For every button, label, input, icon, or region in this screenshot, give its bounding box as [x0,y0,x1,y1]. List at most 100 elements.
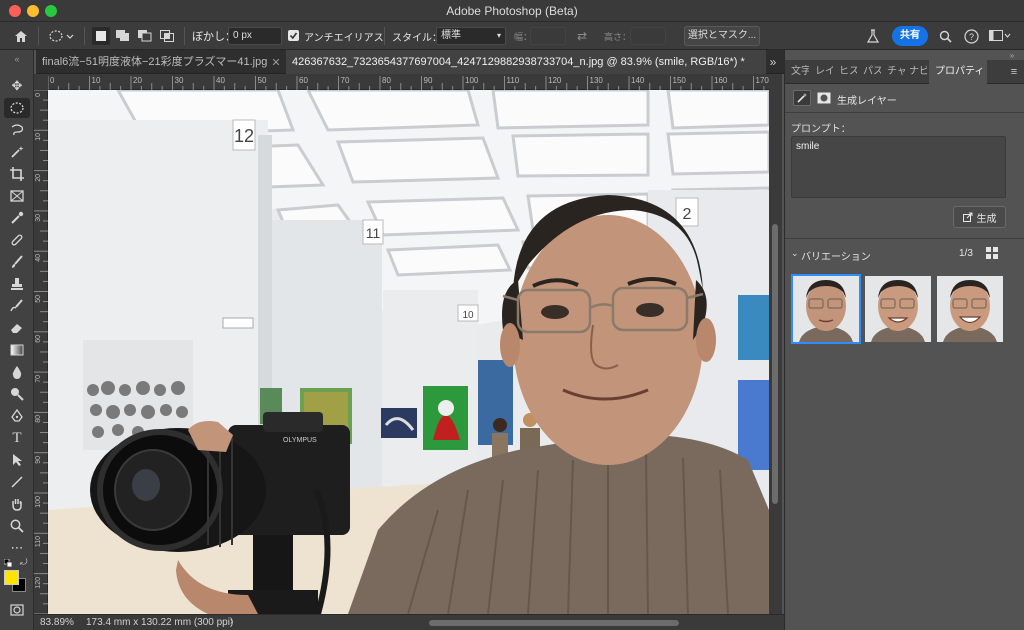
tab-layers[interactable]: レイ [815,60,833,84]
width-input[interactable] [530,27,566,45]
more-tools-icon[interactable]: ⋯ [4,538,30,558]
vertical-scroll-thumb[interactable] [772,224,778,504]
new-selection-icon[interactable] [92,27,110,45]
ruler-label: 80 [382,76,391,85]
swap-colors-icon[interactable]: ⤾ [20,557,30,567]
feather-input[interactable]: 0 px [228,27,282,45]
title-bar: Adobe Photoshop (Beta) [0,0,1024,22]
variations-label: バリエーション [801,252,871,263]
quick-mask-icon[interactable] [4,600,30,620]
vertical-ruler[interactable]: 0102030405060708090100110120130 [34,90,48,629]
workspace-icon[interactable] [988,27,1012,45]
generate-button[interactable]: 生成 [953,206,1006,228]
type-tool-icon[interactable]: T [4,428,30,448]
ruler-label: 0 [35,93,42,97]
default-colors-icon[interactable] [3,558,13,568]
ruler-label: 20 [133,76,142,85]
move-tool-icon[interactable]: ✥ [4,76,30,96]
document-info: 173.4 mm x 130.22 mm (300 ppi) [86,617,234,628]
tab-histogram[interactable]: ヒス [839,60,857,84]
marquee-preset-icon[interactable] [46,26,76,46]
height-input[interactable] [630,27,666,45]
select-and-mask-button[interactable]: 選択とマスク... [684,26,760,46]
lasso-tool-icon[interactable] [4,120,30,140]
elliptical-marquee-tool-icon[interactable] [4,98,30,118]
vertical-scrollbar[interactable] [769,74,782,614]
tab-document-2[interactable]: 426367632_7323654377697004_4247129882938… [286,50,766,74]
tabs-overflow-icon[interactable]: » [766,54,780,70]
antialias-label: アンチエイリアス [304,32,384,44]
blur-tool-icon[interactable] [4,362,30,382]
crop-tool-icon[interactable] [4,164,30,184]
history-brush-tool-icon[interactable] [4,296,30,316]
tab-channels[interactable]: チャ [887,60,905,84]
collapse-toolbar-icon[interactable]: « [10,54,24,64]
grid-view-icon[interactable] [985,246,999,260]
healing-brush-tool-icon[interactable] [4,230,30,250]
tab-character[interactable]: 文字 [791,60,809,84]
chevron-down-icon[interactable]: ⌄ [791,248,799,259]
zoom-tool-icon[interactable] [4,516,30,536]
height-label: 高さ： [604,31,632,42]
ruler-label: 50 [257,76,267,85]
status-menu-icon[interactable]: › [230,616,233,627]
ruler-label: 40 [216,76,225,85]
style-select[interactable]: 標準 ▾ [436,27,506,45]
dodge-tool-icon[interactable] [4,384,30,404]
room-number-12: 12 [234,126,254,146]
eyedropper-tool-icon[interactable] [4,208,30,228]
panel-menu-icon[interactable]: ≡ [1007,66,1021,78]
tab-navigator[interactable]: ナビ [909,60,927,84]
ruler-label: 100 [465,76,479,85]
ruler-label: 30 [174,76,184,85]
help-icon[interactable]: ? [962,27,980,45]
ruler-label: 90 [35,455,42,464]
horizontal-scroll-thumb[interactable] [429,620,679,626]
ruler-label: 110 [35,536,42,548]
hand-tool-icon[interactable] [4,494,30,514]
prompt-input[interactable]: smile [791,136,1006,198]
ruler-label: 10 [35,133,42,142]
ruler-label: 50 [35,294,42,303]
home-icon[interactable] [10,26,32,46]
generate-icon [962,212,972,222]
room-number-10: 10 [462,310,474,321]
variation-thumbnail-2[interactable] [865,276,931,342]
brush-tool-icon[interactable] [4,252,30,272]
panel-header: 生成レイヤー [837,96,897,107]
magic-wand-tool-icon[interactable] [4,142,30,162]
variation-thumbnail-1[interactable] [791,274,861,344]
tab-document-1[interactable]: final6流−51明度液体−21彩度プラズマー41.jpg [36,50,268,74]
clone-stamp-tool-icon[interactable] [4,274,30,294]
eraser-tool-icon[interactable] [4,318,30,338]
zoom-level[interactable]: 83.89% [40,617,74,628]
intersect-selection-icon[interactable] [158,27,176,45]
tab-properties[interactable]: プロパティ [929,60,987,84]
share-button[interactable]: 共有 [892,26,928,46]
horizontal-ruler[interactable]: 0 10 20 30 40 50 60 70 80 90 100 110 120 130 140 150 160… [48,74,769,90]
close-tab-icon[interactable]: ✕ [269,56,283,69]
frame-tool-icon[interactable] [4,186,30,206]
line-tool-icon[interactable] [4,472,30,492]
properties-panel: » 文字 レイ ヒス パス チャ ナビ プロパティ ≡ 生成レイヤー プロンプト… [784,50,1024,630]
tab-paths[interactable]: パス [863,60,881,84]
path-selection-tool-icon[interactable] [4,450,30,470]
foreground-color-swatch[interactable] [4,570,19,585]
room-number-2: 2 [683,206,692,223]
variation-thumbnail-3[interactable] [937,276,1003,342]
collapse-panel-icon[interactable]: » [1005,50,1019,60]
flask-icon[interactable] [864,27,882,45]
room-number-11: 11 [366,225,381,241]
ruler-label: 110 [506,76,520,85]
swap-dimensions-icon[interactable]: ⇄ [574,28,590,44]
tab-label: final6流−51明度液体−21彩度プラズマー41.jpg [42,56,268,68]
window-title: Adobe Photoshop (Beta) [446,4,578,18]
document-canvas[interactable]: 12 11 10 2 OLYMPUS [48,90,769,614]
antialias-checkbox[interactable] [288,30,299,41]
pen-tool-icon[interactable] [4,406,30,426]
search-icon[interactable] [936,27,954,45]
gradient-tool-icon[interactable] [4,340,30,360]
ruler-label: 150 [672,76,686,85]
subtract-selection-icon[interactable] [136,27,154,45]
add-selection-icon[interactable] [114,27,132,45]
